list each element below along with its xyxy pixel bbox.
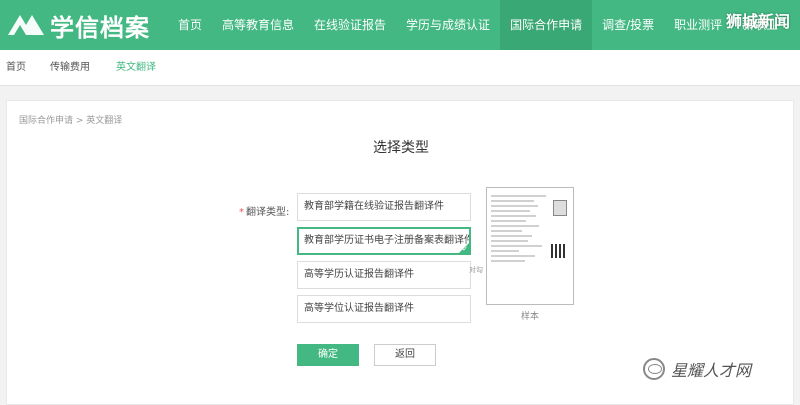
sample-line [491, 200, 534, 202]
checkmark-icon: ✓ [462, 245, 468, 253]
sample-line [491, 230, 523, 232]
qr-code-icon [551, 244, 565, 258]
page-title: 选择类型 [373, 140, 429, 156]
option-degree-certificate[interactable]: 教育部学历证书电子注册备案表翻译件 ✓ [297, 227, 471, 255]
confirm-button[interactable]: 确定 [297, 344, 359, 366]
sample-line [491, 235, 532, 237]
watermark-bottom: 星耀人才网 [643, 357, 751, 381]
nav-item-online-report[interactable]: 在线验证报告 [304, 0, 396, 50]
option-label: 高等学历认证报告翻译件 [304, 269, 414, 280]
option-label: 高等学位认证报告翻译件 [304, 303, 414, 314]
option-label: 教育部学历证书电子注册备案表翻译件 [304, 235, 471, 246]
sample-line [491, 220, 527, 222]
nav-item-certification[interactable]: 学历与成绩认证 [396, 0, 500, 50]
field-label-text: 翻译类型: [246, 207, 290, 218]
hint-text: 对勾 [469, 266, 483, 274]
option-degree-report[interactable]: 高等学位认证报告翻译件 [297, 295, 471, 323]
watermark-bottom-text: 星耀人才网 [671, 361, 752, 380]
logo-text: 学信档案 [50, 13, 150, 42]
main-nav: 首页 高等教育信息 在线验证报告 学历与成绩认证 国际合作申请 调查/投票 职业… [168, 0, 788, 50]
photo-icon [553, 200, 567, 216]
field-label: * 翻译类型: [239, 203, 289, 218]
sample-thumbnail[interactable] [486, 187, 574, 305]
nav-item-higher-edu[interactable]: 高等教育信息 [212, 0, 304, 50]
sample-line [491, 260, 526, 262]
subnav-item-home[interactable]: 首页 [6, 50, 26, 86]
nav-item-international[interactable]: 国际合作申请 [500, 0, 593, 50]
top-navbar: 学信档案 首页 高等教育信息 在线验证报告 学历与成绩认证 国际合作申请 调查/… [0, 0, 800, 50]
wechat-icon [643, 358, 665, 380]
sample-line [491, 225, 540, 227]
logo[interactable]: 学信档案 [6, 9, 150, 42]
sub-navbar: 首页 传输费用 英文翻译 [0, 50, 800, 86]
book-logo-icon [8, 15, 44, 35]
sample-line [491, 245, 543, 247]
option-higher-edu-report[interactable]: 高等学历认证报告翻译件 [297, 261, 471, 289]
nav-item-career-test[interactable]: 职业测评 [664, 0, 732, 50]
sample-line [491, 205, 538, 207]
sample-line [491, 215, 537, 217]
breadcrumb: 国际合作申请 > 英文翻译 [19, 116, 123, 126]
subnav-item-fees[interactable]: 传输费用 [50, 50, 90, 86]
sample-line [491, 195, 546, 197]
back-button[interactable]: 返回 [374, 344, 436, 366]
required-mark: * [239, 207, 244, 218]
nav-item-home[interactable]: 首页 [168, 0, 212, 50]
option-enrollment-report[interactable]: 教育部学籍在线验证报告翻译件 [297, 193, 471, 221]
sample-line [491, 210, 530, 212]
main-panel: 国际合作申请 > 英文翻译 选择类型 * 翻译类型: 教育部学籍在线验证报告翻译件… [6, 100, 794, 405]
sample-line [491, 255, 535, 257]
watermark-top: 狮城新闻 [725, 12, 790, 31]
nav-item-survey[interactable]: 调查/投票 [592, 0, 664, 50]
sample-label: 样本 [520, 312, 539, 322]
option-label: 教育部学籍在线验证报告翻译件 [304, 201, 444, 212]
sample-line [491, 250, 520, 252]
subnav-item-translation[interactable]: 英文翻译 [116, 50, 156, 86]
sample-line [491, 240, 529, 242]
